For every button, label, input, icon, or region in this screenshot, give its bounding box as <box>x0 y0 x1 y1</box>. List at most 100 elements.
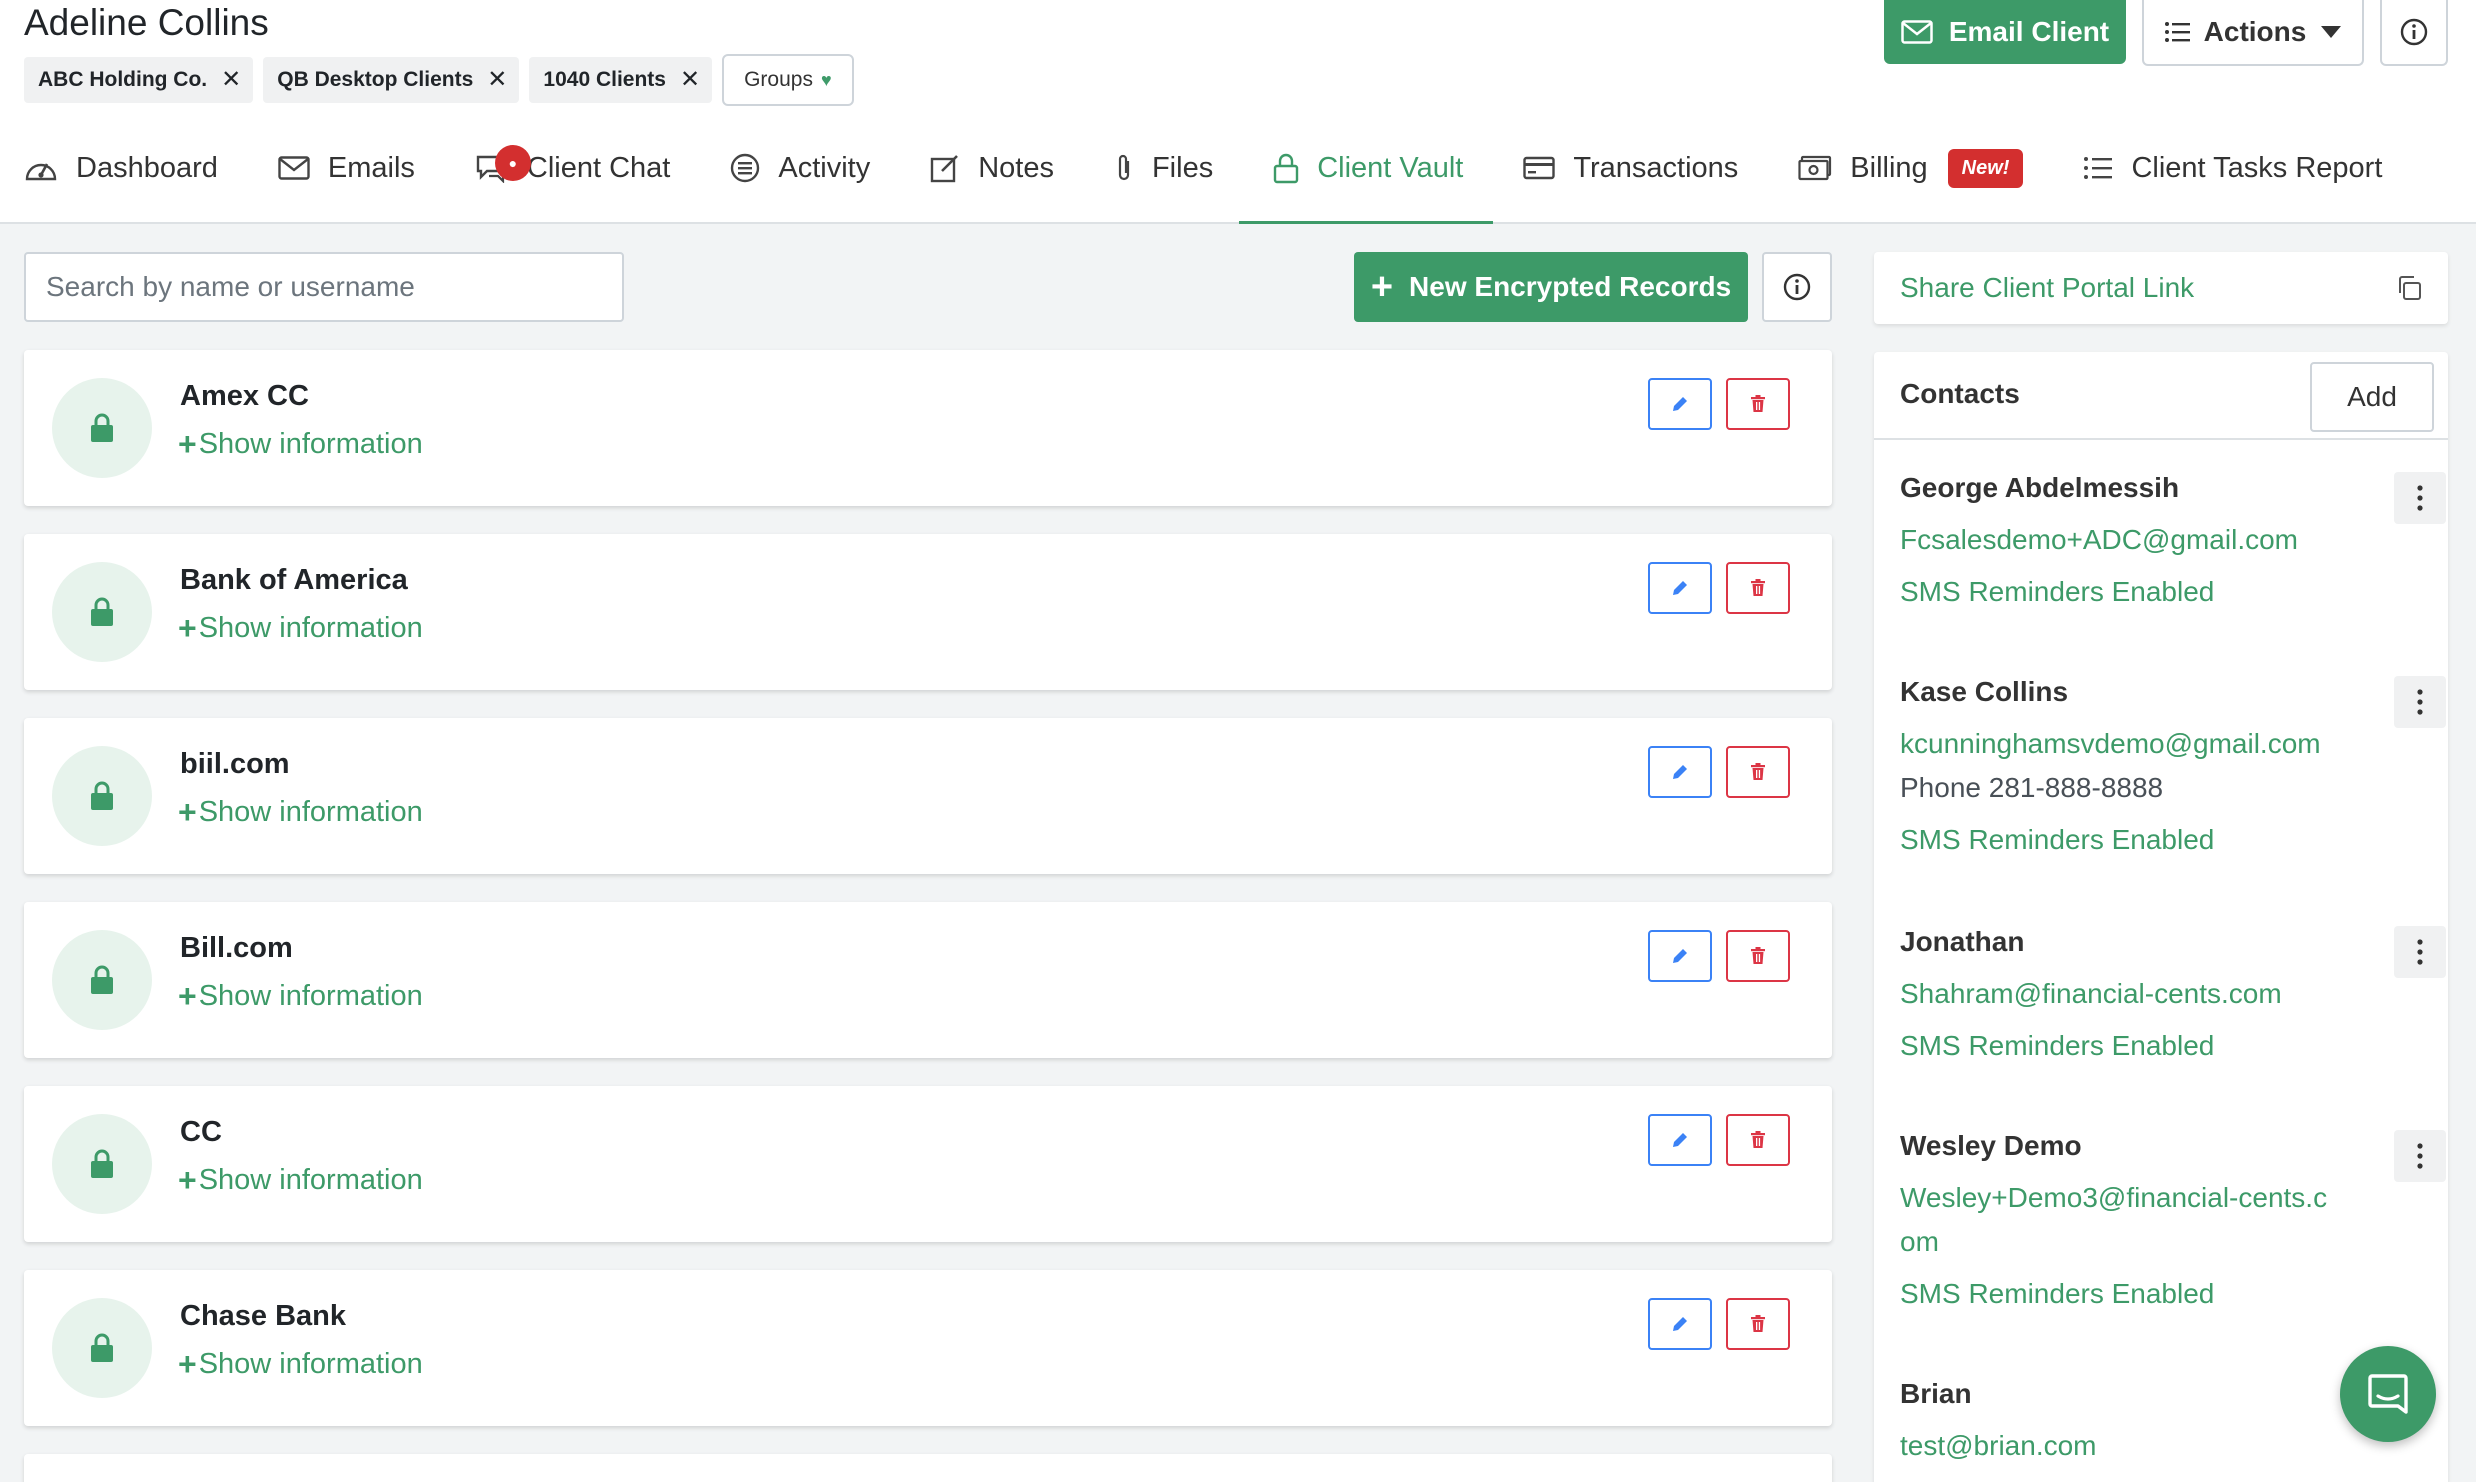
contact-sms-status: SMS Reminders Enabled <box>1900 576 2215 607</box>
contacts-header: Contacts Add <box>1874 352 2448 440</box>
remove-tag-icon[interactable]: ✕ <box>680 68 700 92</box>
contact-sms-status: SMS Reminders Enabled <box>1900 1278 2215 1309</box>
add-contact-button[interactable]: Add <box>2310 362 2434 432</box>
tab-label: Client Vault <box>1317 151 1464 184</box>
tab-client-vault[interactable]: Client Vault <box>1239 140 1494 224</box>
share-portal-link-button[interactable]: Share Client Portal Link <box>1874 252 2448 324</box>
show-information-link[interactable]: + Show information <box>178 978 423 1015</box>
email-client-button[interactable]: Email Client <box>1884 0 2126 64</box>
show-information-link[interactable]: + Show information <box>178 794 423 831</box>
support-chat-button[interactable] <box>2340 1346 2436 1442</box>
record-name: CC <box>180 1116 222 1148</box>
show-information-link[interactable]: + Show information <box>178 610 423 647</box>
tab-label: Client Chat <box>526 151 671 184</box>
email-client-label: Email Client <box>1948 16 2110 47</box>
contact-phone: Phone 281-888-8888 <box>1900 772 2164 803</box>
record-name: Bank of America <box>180 564 408 596</box>
show-information-link[interactable]: + Show information <box>178 1162 423 1199</box>
edit-record-button[interactable] <box>1648 378 1712 430</box>
lock-icon <box>1273 152 1299 184</box>
edit-record-button[interactable] <box>1648 562 1712 614</box>
client-name: Adeline Collins <box>24 2 269 43</box>
contact-menu-button[interactable] <box>2394 676 2446 728</box>
envelope-icon <box>1901 20 1933 44</box>
chat-icon: ● <box>475 145 531 183</box>
contact-email[interactable]: kcunninghamsvdemo@gmail.com <box>1900 722 2380 766</box>
show-information-label: Show information <box>198 796 423 828</box>
vault-search-input[interactable] <box>24 252 624 322</box>
contact-email[interactable]: Wesley+Demo3@financial-cents.com <box>1900 1176 2340 1264</box>
vault-record: CC + Show information <box>24 1086 1832 1242</box>
tab-client-tasks-report[interactable]: Client Tasks Report <box>2083 140 2382 196</box>
show-information-link[interactable]: + Show information <box>178 1346 423 1383</box>
delete-record-button[interactable] <box>1726 562 1790 614</box>
tab-billing[interactable]: Billing New! <box>1798 140 2024 196</box>
show-information-label: Show information <box>198 428 423 460</box>
contact-email[interactable]: Shahram@financial-cents.com <box>1900 972 2340 1016</box>
copy-icon[interactable] <box>2396 275 2422 301</box>
lock-icon <box>89 780 115 812</box>
tab-emails[interactable]: Emails <box>278 140 415 196</box>
record-name: Bill.com <box>180 932 293 964</box>
contact-name: Kase Collins <box>1900 676 2069 707</box>
pencil-icon <box>1671 1315 1689 1333</box>
vault-record: Bill.com + Show information <box>24 902 1832 1058</box>
contact-menu-button[interactable] <box>2394 472 2446 524</box>
remove-tag-icon[interactable]: ✕ <box>487 68 507 92</box>
dashboard-icon <box>24 153 58 183</box>
tag-chip: 1040 Clients ✕ <box>529 57 713 103</box>
delete-record-button[interactable] <box>1726 1114 1790 1166</box>
pencil-icon <box>1671 395 1689 413</box>
new-encrypted-records-button[interactable]: + New Encrypted Records <box>1354 252 1748 322</box>
tab-client-chat[interactable]: ● Client Chat <box>475 140 670 196</box>
lock-icon <box>89 596 115 628</box>
contact-menu-button[interactable] <box>2394 1130 2446 1182</box>
contact-item: Jonathan Shahram@financial-cents.com SMS… <box>1900 926 2446 1062</box>
actions-dropdown[interactable]: Actions <box>2142 0 2364 66</box>
plus-icon: + <box>178 426 197 462</box>
tab-files[interactable]: Files <box>1114 140 1213 196</box>
plus-icon: + <box>178 610 197 646</box>
contact-email[interactable]: Fcsalesdemo+ADC@gmail.com <box>1900 518 2340 562</box>
remove-tag-icon[interactable]: ✕ <box>221 68 241 92</box>
delete-record-button[interactable] <box>1726 1298 1790 1350</box>
trash-icon <box>1750 947 1766 965</box>
record-name: Amex CC <box>180 380 309 412</box>
trash-icon <box>1750 1315 1766 1333</box>
groups-button[interactable]: Groups ♥ <box>722 54 854 106</box>
edit-record-button[interactable] <box>1648 746 1712 798</box>
record-name: Chase Bank <box>180 1300 347 1332</box>
record-avatar <box>52 746 152 846</box>
plus-icon: + <box>178 1346 197 1382</box>
record-avatar <box>52 562 152 662</box>
unread-badge: ● <box>494 145 531 181</box>
record-avatar <box>52 930 152 1030</box>
tab-dashboard[interactable]: Dashboard <box>24 140 218 196</box>
credit-card-icon <box>1523 156 1556 180</box>
edit-record-button[interactable] <box>1648 1114 1712 1166</box>
tab-transactions[interactable]: Transactions <box>1523 140 1738 196</box>
client-info-button[interactable] <box>2380 0 2448 66</box>
list-icon <box>2083 156 2113 180</box>
actions-label: Actions <box>2203 16 2307 47</box>
show-information-label: Show information <box>198 980 423 1012</box>
edit-record-button[interactable] <box>1648 1298 1712 1350</box>
contact-menu-button[interactable] <box>2394 926 2446 978</box>
plus-icon: + <box>178 1162 197 1198</box>
show-information-link[interactable]: + Show information <box>178 426 423 463</box>
delete-record-button[interactable] <box>1726 746 1790 798</box>
show-information-label: Show information <box>198 1348 423 1380</box>
tab-activity[interactable]: Activity <box>730 140 870 196</box>
contact-email[interactable]: test@brian.com <box>1900 1424 2340 1468</box>
edit-record-button[interactable] <box>1648 930 1712 982</box>
record-avatar <box>52 1298 152 1398</box>
delete-record-button[interactable] <box>1726 378 1790 430</box>
activity-icon <box>730 153 760 183</box>
tab-notes[interactable]: Notes <box>930 140 1054 196</box>
contact-item: George Abdelmessih Fcsalesdemo+ADC@gmail… <box>1900 472 2446 608</box>
new-badge: New! <box>1947 148 2024 188</box>
heart-icon: ♥ <box>820 69 832 90</box>
delete-record-button[interactable] <box>1726 930 1790 982</box>
record-avatar <box>52 1114 152 1214</box>
vault-info-button[interactable] <box>1762 252 1832 322</box>
